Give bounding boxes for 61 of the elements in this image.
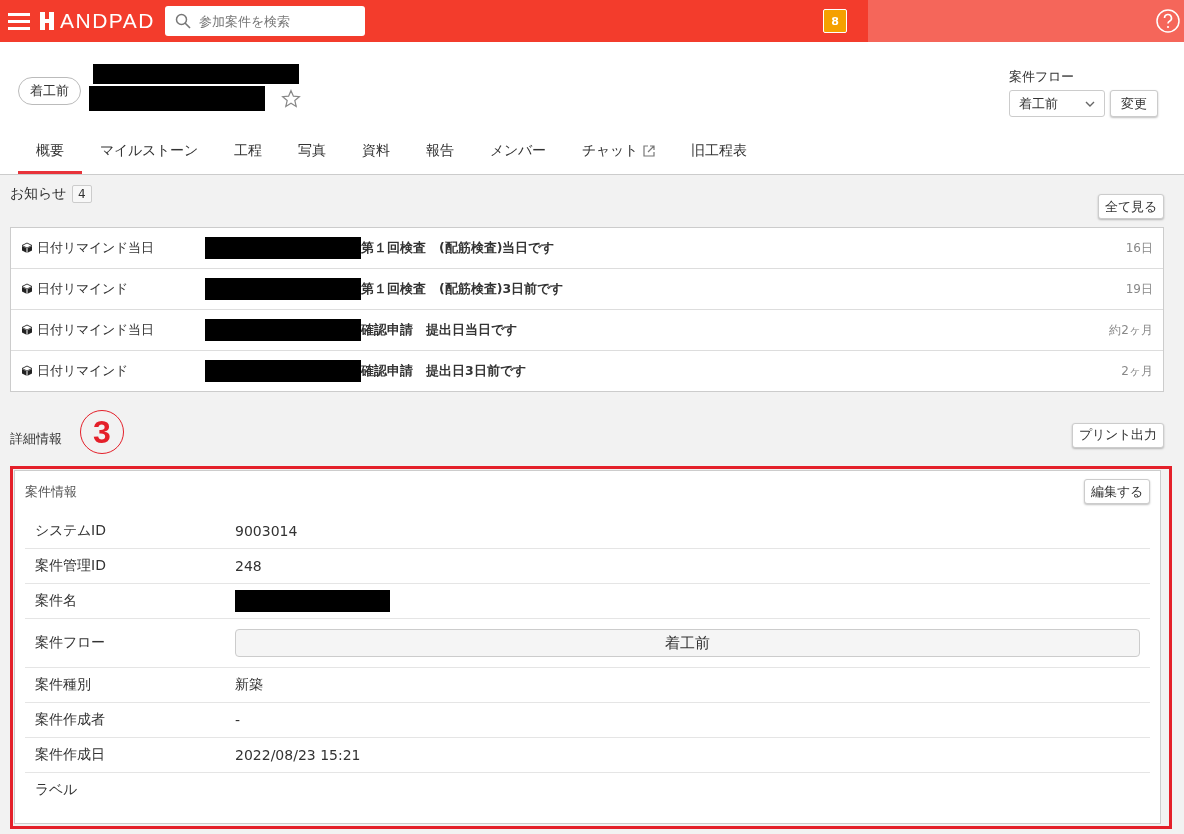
flow-select[interactable]: 着工前 [1009,90,1105,117]
cube-icon [21,324,33,336]
notice-type: 日付リマインド [37,362,129,380]
flow-status-button[interactable]: 着工前 [235,629,1140,657]
field-label: 案件作成者 [35,711,106,729]
cube-icon [21,242,33,254]
notice-time: 16日 [1125,239,1153,257]
field-label: 案件名 [35,592,78,610]
count-badge: 4 [72,185,92,203]
field-label: 案件作成日 [35,746,106,764]
logo-text[interactable]: ANDPAD [60,9,155,33]
print-button[interactable]: プリント出力 [1072,422,1164,448]
field-value: - [235,712,241,728]
tab[interactable]: 写真 [280,130,344,174]
notice-time: 2ヶ月 [1121,362,1153,380]
field-label: 案件管理ID [35,557,107,575]
tab[interactable]: メンバー [472,130,564,174]
notice-message: 第１回検査 (配筋検査)当日です [361,239,555,257]
change-button[interactable]: 変更 [1110,90,1158,117]
notice-time: 19日 [1125,280,1153,298]
field-value: 新築 [235,676,263,694]
tab[interactable]: 概要 [18,130,82,174]
field-label: 案件フロー [35,634,106,652]
view-all-button[interactable]: 全て見る [1098,194,1164,219]
field-value: 248 [235,558,262,574]
cube-icon [21,365,33,377]
cube-icon [21,283,33,295]
card-title: 案件情報 [25,482,77,501]
field-label: ラベル [35,781,78,799]
field-value: 2022/08/23 15:21 [235,747,361,763]
notice-type: 日付リマインド当日 [37,239,155,257]
notice-time: 約2ヶ月 [1109,321,1153,339]
field-label: 案件種別 [35,676,92,694]
tab[interactable]: チャット [564,130,673,174]
field-label: システムID [35,522,107,540]
logo-mark-icon [40,12,54,30]
tab[interactable]: 工程 [216,130,280,174]
tab[interactable]: 資料 [344,130,408,174]
field-value: 9003014 [235,523,298,539]
edit-button[interactable]: 編集する [1084,479,1150,504]
tab[interactable]: 旧工程表 [673,130,765,174]
notice-type: 日付リマインド当日 [37,321,155,339]
flow-label: 案件フロー [1009,68,1075,86]
notice-type: 日付リマインド [37,280,129,298]
menu-icon[interactable] [8,12,30,30]
search-field[interactable]: 参加案件を検索 [164,6,365,36]
star-icon[interactable] [281,88,301,109]
notice-message: 確認申請 提出日当日です [361,321,517,339]
notice-row[interactable]: 日付リマインド当日 第１回検査 (配筋検査)当日です 16日 [11,228,1163,268]
notice-message: 第１回検査 (配筋検査)3日前です [361,280,564,298]
tab[interactable]: マイルストーン [82,130,216,174]
notice-row[interactable]: 日付リマインド当日 確認申請 提出日当日です 約2ヶ月 [11,309,1163,350]
tab[interactable]: 報告 [408,130,472,174]
notice-row[interactable]: 日付リマインド 確認申請 提出日3日前です 2ヶ月 [11,350,1163,391]
help-icon[interactable] [1156,9,1180,33]
section-title: 詳細情報 [10,430,62,448]
external-link-icon [643,144,655,157]
section-title: お知らせ [10,185,66,203]
notice-message: 確認申請 提出日3日前です [361,362,526,380]
chevron-down-icon [1085,100,1095,107]
notice-row[interactable]: 日付リマインド 第１回検査 (配筋検査)3日前です 19日 [11,268,1163,309]
